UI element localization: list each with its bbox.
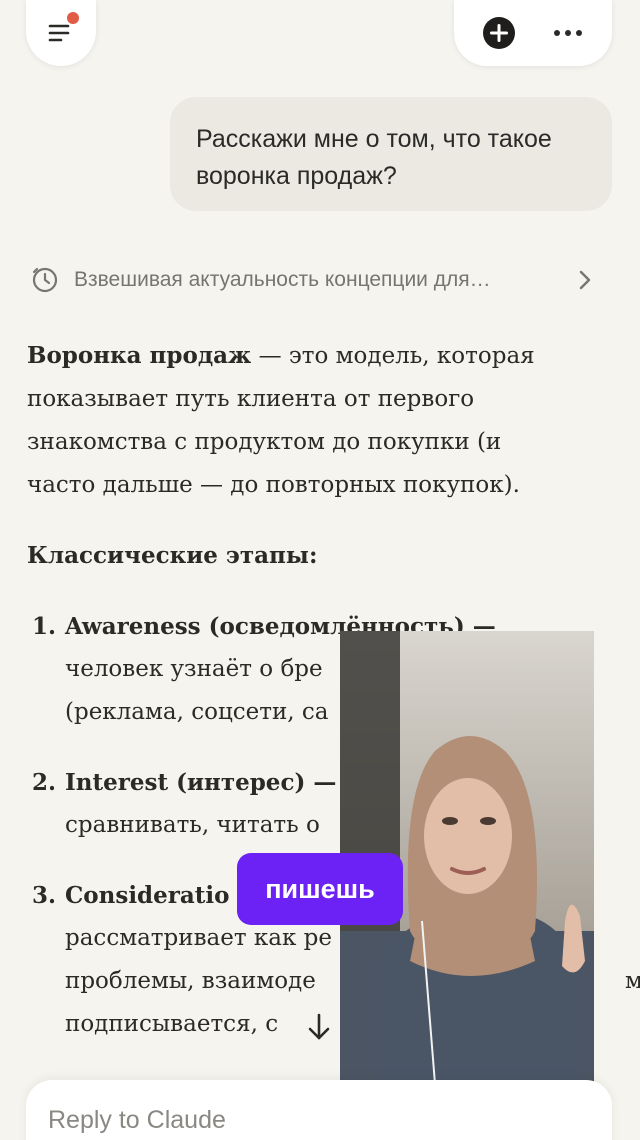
user-message-bubble: Расскажи мне о том, что такое воронка пр…: [170, 97, 612, 211]
intro-text: показывает путь клиента от первого: [27, 386, 475, 412]
thinking-summary-text: Взвешивая актуальность концепции для…: [74, 268, 491, 291]
list-number: 3.: [32, 882, 57, 909]
sidebar-menu-button[interactable]: [26, 0, 96, 66]
response-intro: Воронка продаж — это модель, которая пок…: [27, 334, 597, 507]
video-caption-chip: пишешь: [237, 853, 403, 925]
stage-text: м,: [625, 968, 640, 994]
thinking-summary-row[interactable]: Взвешивая актуальность концепции для…: [32, 262, 592, 298]
intro-text: — это модель, которая: [251, 343, 535, 369]
new-chat-button[interactable]: [471, 5, 527, 61]
top-actions: [454, 0, 612, 66]
intro-text: часто дальше — до повторных покупок).: [27, 472, 520, 498]
chevron-right-icon: [579, 270, 591, 290]
clock-icon: [32, 267, 58, 293]
reply-input[interactable]: Reply to Claude: [26, 1080, 612, 1140]
list-number: 1.: [32, 613, 57, 640]
intro-term: Воронка продаж: [27, 342, 252, 369]
menu-lines-icon: [48, 24, 70, 42]
intro-text: знакомства с продуктом до покупки (и: [27, 429, 502, 455]
ellipsis-icon: [553, 30, 582, 36]
plus-circle-icon: [482, 17, 515, 49]
reply-placeholder: Reply to Claude: [48, 1106, 226, 1134]
user-message-line: Расскажи мне о том, что такое: [196, 125, 552, 153]
arrow-down-icon: [308, 1013, 330, 1040]
stage-text: проблемы, взаимоде: [65, 968, 316, 994]
notification-dot: [67, 12, 79, 24]
more-options-button[interactable]: [540, 5, 596, 61]
user-message-line: воронка продаж?: [196, 162, 397, 190]
stages-heading: Классические этапы:: [27, 542, 318, 569]
list-number: 2.: [32, 769, 57, 796]
